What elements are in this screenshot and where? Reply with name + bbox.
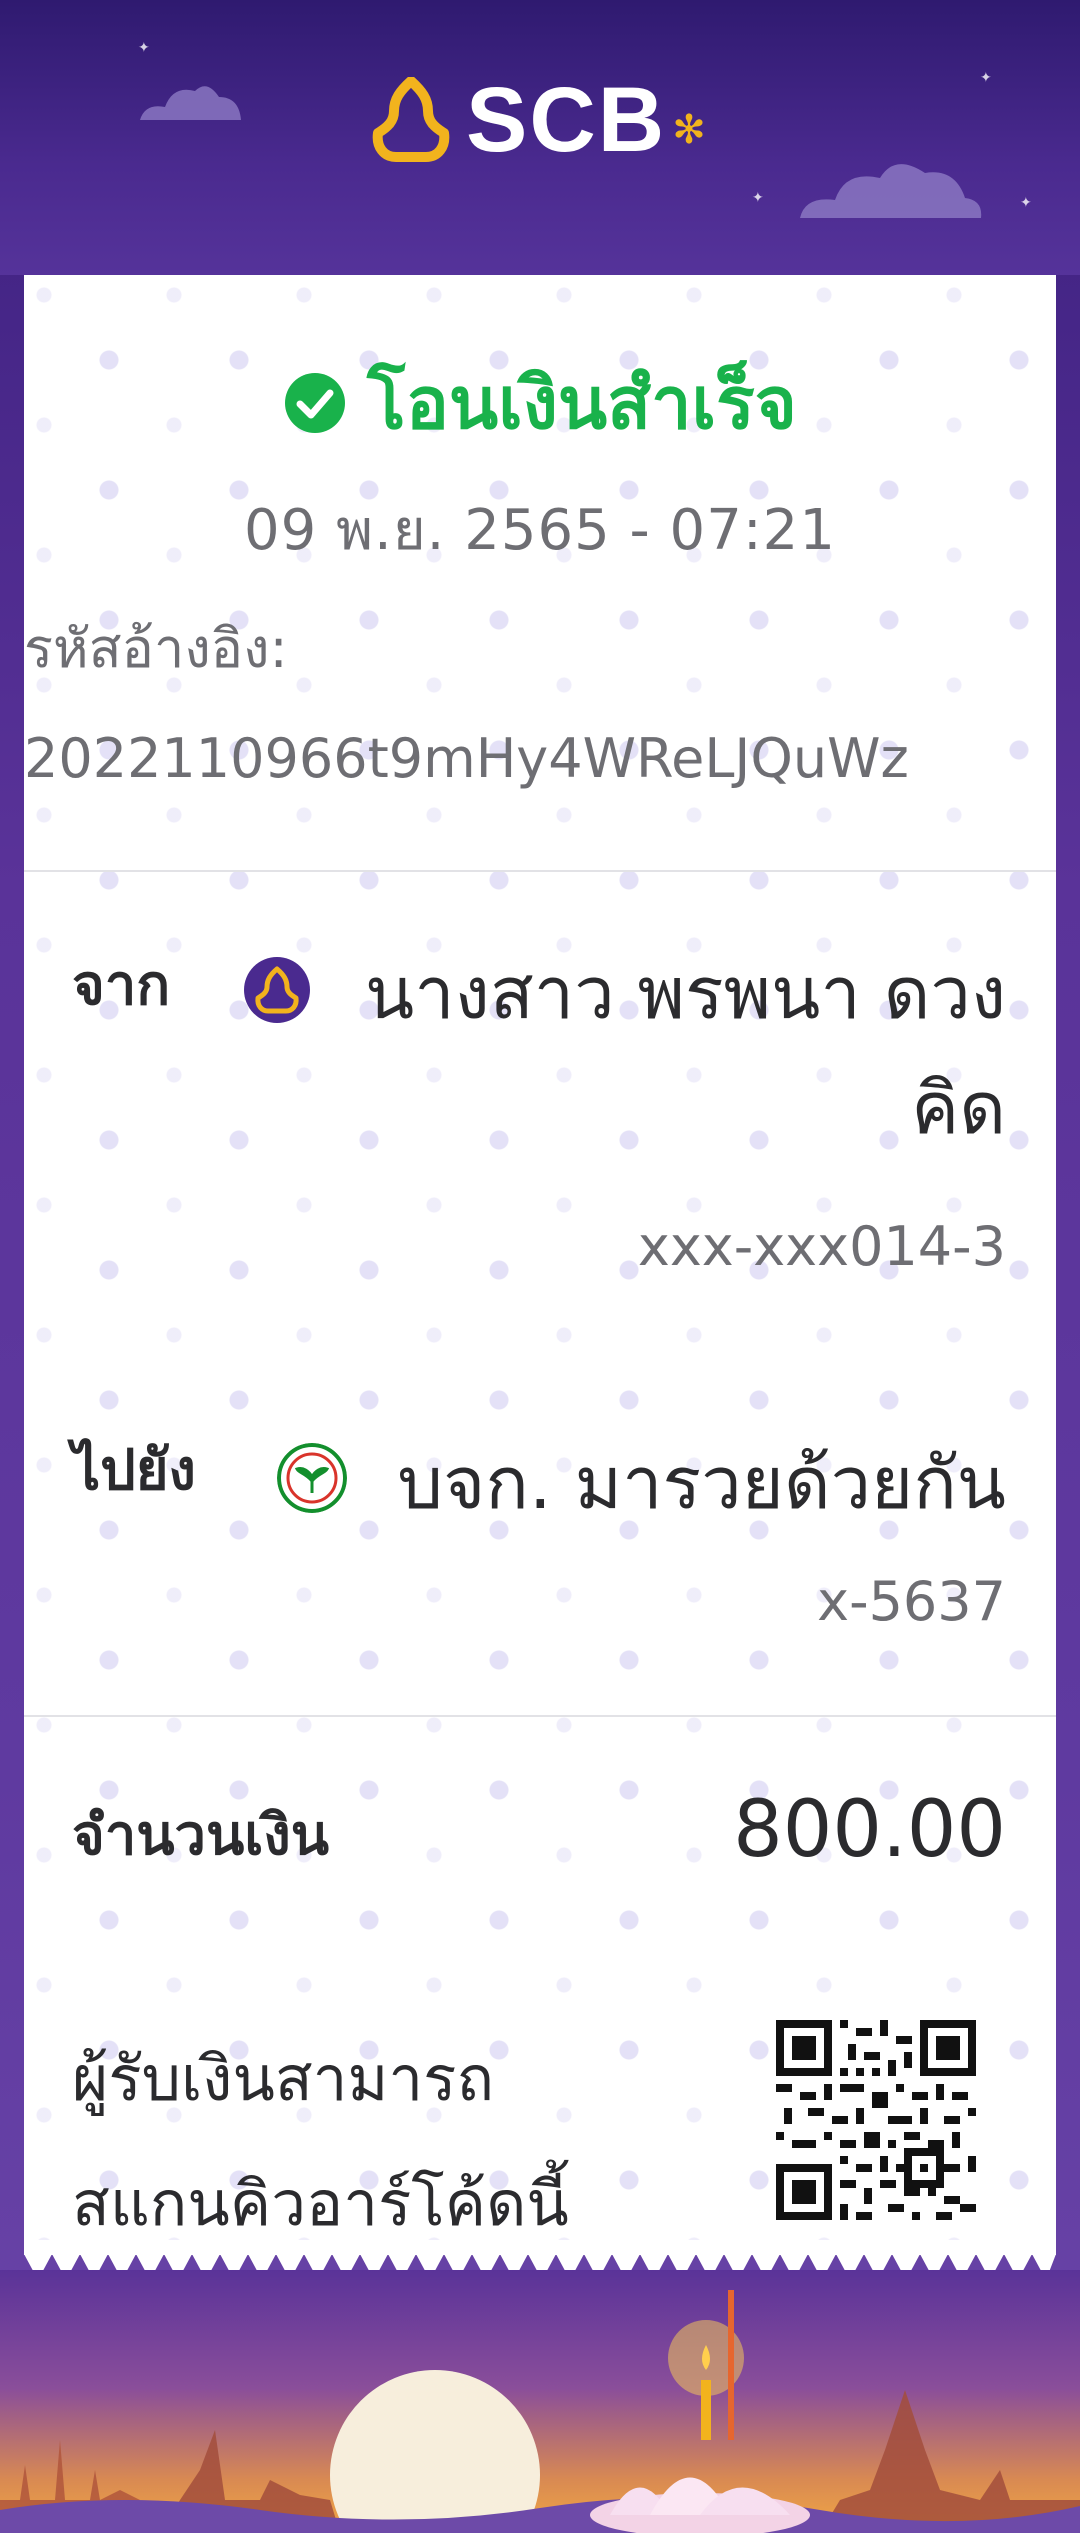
flower-icon: ✻	[672, 107, 706, 153]
transaction-datetime: 09 พ.ย. 2565 - 07:21	[244, 498, 836, 563]
qr-note-line2: สแกนคิวอาร์โค้ดนี้	[72, 2167, 569, 2240]
amount-label: จำนวนเงิน	[72, 1803, 330, 1868]
divider	[24, 870, 1056, 872]
star-decoration: ✦	[980, 70, 992, 86]
qr-code[interactable]	[776, 2020, 976, 2220]
qr-note-line1: ผู้รับเงินสามารถ	[72, 2042, 495, 2115]
reference-label: รหัสอ้างอิง:	[24, 617, 288, 680]
cloud-decoration	[800, 164, 982, 218]
from-account: xxx-xxx014-3	[637, 1215, 1006, 1278]
scb-shell-icon	[372, 77, 450, 162]
divider	[24, 1715, 1056, 1717]
from-name-line1: นางสาว พรพนา ดวง	[365, 951, 1006, 1035]
to-label: ไปยัง	[72, 1438, 196, 1503]
to-name: บจก. มารวยด้วยกัน	[397, 1441, 1006, 1525]
festival-scene	[0, 2270, 1080, 2533]
scb-logo: SCB ✻	[370, 69, 706, 171]
reference-value: 2022110966t9mHy4WReLJQuWz	[24, 727, 909, 790]
receipt-card: โอนเงินสำเร็จ 09 พ.ย. 2565 - 07:21 รหัสอ…	[24, 275, 1056, 2255]
status-text: โอนเงินสำเร็จ	[367, 361, 797, 445]
kbank-icon	[277, 1443, 347, 1513]
scb-icon	[244, 957, 310, 1023]
from-label: จาก	[72, 953, 171, 1018]
from-name-line2: คิด	[911, 1066, 1006, 1150]
check-circle-icon	[285, 372, 346, 433]
star-decoration: ✦	[138, 40, 150, 56]
status-row: โอนเงินสำเร็จ	[24, 345, 1056, 460]
brand-name: SCB	[466, 69, 667, 171]
star-decoration: ✦	[752, 190, 764, 206]
amount-value: 800.00	[733, 1785, 1006, 1875]
to-account: x-5637	[817, 1570, 1006, 1633]
cloud-decoration	[140, 86, 241, 120]
star-decoration: ✦	[1020, 195, 1032, 211]
